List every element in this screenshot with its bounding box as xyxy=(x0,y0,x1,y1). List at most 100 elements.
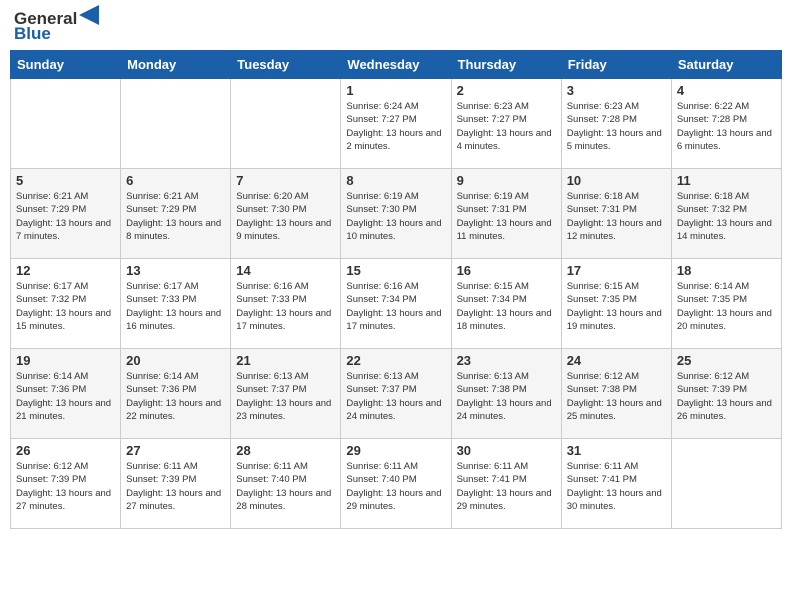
day-cell: 4Sunrise: 6:22 AMSunset: 7:28 PMDaylight… xyxy=(671,79,781,169)
day-cell: 3 Sunrise: 6:23 AMSunset: 7:28 PMDaylight… xyxy=(561,79,671,169)
day-cell: 11Sunrise: 6:18 AMSunset: 7:32 PMDayligh… xyxy=(671,169,781,259)
day-info: Sunrise: 6:12 AMSunset: 7:38 PMDaylight:… xyxy=(567,370,666,423)
day-cell: 8Sunrise: 6:19 AMSunset: 7:30 PMDaylight… xyxy=(341,169,451,259)
day-number: 3 xyxy=(567,83,666,98)
calendar-table: SundayMondayTuesdayWednesdayThursdayFrid… xyxy=(10,50,782,529)
day-cell: 1 Sunrise: 6:24 AMSunset: 7:27 PMDaylight… xyxy=(341,79,451,169)
day-cell xyxy=(121,79,231,169)
day-number: 16 xyxy=(457,263,556,278)
day-cell: 25 Sunrise: 6:12 AMSunset: 7:39 PMDayligh… xyxy=(671,349,781,439)
day-info: Sunrise: 6:24 AMSunset: 7:27 PMDaylight:… xyxy=(346,100,445,153)
day-info: Sunrise: 6:20 AMSunset: 7:30 PMDaylight:… xyxy=(236,190,335,243)
day-number: 10 xyxy=(567,173,666,188)
day-number: 31 xyxy=(567,443,666,458)
day-number: 18 xyxy=(677,263,776,278)
day-number: 28 xyxy=(236,443,335,458)
day-info: Sunrise: 6:16 AMSunset: 7:33 PMDaylight:… xyxy=(236,280,335,333)
day-header-monday: Monday xyxy=(121,51,231,79)
day-cell: 9 Sunrise: 6:19 AMSunset: 7:31 PMDaylight… xyxy=(451,169,561,259)
day-number: 7 xyxy=(236,173,335,188)
day-number: 9 xyxy=(457,173,556,188)
day-number: 22 xyxy=(346,353,445,368)
day-number: 19 xyxy=(16,353,115,368)
day-number: 27 xyxy=(126,443,225,458)
day-cell: 21 Sunrise: 6:13 AMSunset: 7:37 PMDayligh… xyxy=(231,349,341,439)
day-info: Sunrise: 6:11 AMSunset: 7:40 PMDaylight:… xyxy=(236,460,335,513)
day-info: Sunrise: 6:17 AMSunset: 7:32 PMDaylight:… xyxy=(16,280,115,333)
day-cell: 5 Sunrise: 6:21 AMSunset: 7:29 PMDaylight… xyxy=(11,169,121,259)
logo: General Blue xyxy=(14,10,99,42)
day-cell: 12Sunrise: 6:17 AMSunset: 7:32 PMDayligh… xyxy=(11,259,121,349)
week-row-5: 26 Sunrise: 6:12 AMSunset: 7:39 PMDayligh… xyxy=(11,439,782,529)
day-cell: 2 Sunrise: 6:23 AMSunset: 7:27 PMDaylight… xyxy=(451,79,561,169)
day-info: Sunrise: 6:13 AMSunset: 7:38 PMDaylight:… xyxy=(457,370,556,423)
day-number: 17 xyxy=(567,263,666,278)
day-number: 25 xyxy=(677,353,776,368)
day-info: Sunrise: 6:15 AMSunset: 7:34 PMDaylight:… xyxy=(457,280,556,333)
day-header-tuesday: Tuesday xyxy=(231,51,341,79)
day-info: Sunrise: 6:19 AMSunset: 7:31 PMDaylight:… xyxy=(457,190,556,243)
week-row-2: 5 Sunrise: 6:21 AMSunset: 7:29 PMDaylight… xyxy=(11,169,782,259)
day-info: Sunrise: 6:13 AMSunset: 7:37 PMDaylight:… xyxy=(346,370,445,423)
day-header-saturday: Saturday xyxy=(671,51,781,79)
day-info: Sunrise: 6:17 AMSunset: 7:33 PMDaylight:… xyxy=(126,280,225,333)
day-info: Sunrise: 6:11 AMSunset: 7:41 PMDaylight:… xyxy=(567,460,666,513)
day-cell xyxy=(671,439,781,529)
day-cell: 10 Sunrise: 6:18 AMSunset: 7:31 PMDayligh… xyxy=(561,169,671,259)
day-cell: 27 Sunrise: 6:11 AMSunset: 7:39 PMDayligh… xyxy=(121,439,231,529)
day-number: 29 xyxy=(346,443,445,458)
day-info: Sunrise: 6:21 AMSunset: 7:29 PMDaylight:… xyxy=(16,190,115,243)
day-info: Sunrise: 6:15 AMSunset: 7:35 PMDaylight:… xyxy=(567,280,666,333)
day-cell: 19 Sunrise: 6:14 AMSunset: 7:36 PMDayligh… xyxy=(11,349,121,439)
day-info: Sunrise: 6:19 AMSunset: 7:30 PMDaylight:… xyxy=(346,190,445,243)
day-info: Sunrise: 6:14 AMSunset: 7:36 PMDaylight:… xyxy=(126,370,225,423)
page-header: General Blue xyxy=(10,10,782,42)
day-cell: 26 Sunrise: 6:12 AMSunset: 7:39 PMDayligh… xyxy=(11,439,121,529)
day-cell xyxy=(11,79,121,169)
day-info: Sunrise: 6:14 AMSunset: 7:36 PMDaylight:… xyxy=(16,370,115,423)
day-number: 26 xyxy=(16,443,115,458)
day-number: 2 xyxy=(457,83,556,98)
day-headers-row: SundayMondayTuesdayWednesdayThursdayFrid… xyxy=(11,51,782,79)
day-cell: 15 Sunrise: 6:16 AMSunset: 7:34 PMDayligh… xyxy=(341,259,451,349)
day-cell: 22 Sunrise: 6:13 AMSunset: 7:37 PMDayligh… xyxy=(341,349,451,439)
day-number: 6 xyxy=(126,173,225,188)
day-header-sunday: Sunday xyxy=(11,51,121,79)
week-row-4: 19 Sunrise: 6:14 AMSunset: 7:36 PMDayligh… xyxy=(11,349,782,439)
day-number: 21 xyxy=(236,353,335,368)
day-cell: 16 Sunrise: 6:15 AMSunset: 7:34 PMDayligh… xyxy=(451,259,561,349)
day-info: Sunrise: 6:16 AMSunset: 7:34 PMDaylight:… xyxy=(346,280,445,333)
day-info: Sunrise: 6:23 AMSunset: 7:28 PMDaylight:… xyxy=(567,100,666,153)
day-number: 14 xyxy=(236,263,335,278)
day-info: Sunrise: 6:18 AMSunset: 7:31 PMDaylight:… xyxy=(567,190,666,243)
day-cell: 17 Sunrise: 6:15 AMSunset: 7:35 PMDayligh… xyxy=(561,259,671,349)
day-info: Sunrise: 6:11 AMSunset: 7:39 PMDaylight:… xyxy=(126,460,225,513)
day-cell: 28 Sunrise: 6:11 AMSunset: 7:40 PMDayligh… xyxy=(231,439,341,529)
day-header-friday: Friday xyxy=(561,51,671,79)
day-number: 24 xyxy=(567,353,666,368)
day-info: Sunrise: 6:18 AMSunset: 7:32 PMDaylight:… xyxy=(677,190,776,243)
day-info: Sunrise: 6:11 AMSunset: 7:41 PMDaylight:… xyxy=(457,460,556,513)
day-header-thursday: Thursday xyxy=(451,51,561,79)
day-number: 4 xyxy=(677,83,776,98)
day-info: Sunrise: 6:14 AMSunset: 7:35 PMDaylight:… xyxy=(677,280,776,333)
day-cell: 29Sunrise: 6:11 AMSunset: 7:40 PMDayligh… xyxy=(341,439,451,529)
day-cell: 13Sunrise: 6:17 AMSunset: 7:33 PMDayligh… xyxy=(121,259,231,349)
day-number: 23 xyxy=(457,353,556,368)
day-cell xyxy=(231,79,341,169)
day-cell: 7 Sunrise: 6:20 AMSunset: 7:30 PMDaylight… xyxy=(231,169,341,259)
day-cell: 6Sunrise: 6:21 AMSunset: 7:29 PMDaylight… xyxy=(121,169,231,259)
day-number: 5 xyxy=(16,173,115,188)
logo-graphic: General Blue xyxy=(14,10,99,42)
day-header-wednesday: Wednesday xyxy=(341,51,451,79)
day-number: 1 xyxy=(346,83,445,98)
day-cell: 30Sunrise: 6:11 AMSunset: 7:41 PMDayligh… xyxy=(451,439,561,529)
day-cell: 24 Sunrise: 6:12 AMSunset: 7:38 PMDayligh… xyxy=(561,349,671,439)
day-number: 15 xyxy=(346,263,445,278)
day-info: Sunrise: 6:12 AMSunset: 7:39 PMDaylight:… xyxy=(16,460,115,513)
day-info: Sunrise: 6:12 AMSunset: 7:39 PMDaylight:… xyxy=(677,370,776,423)
week-row-1: 1 Sunrise: 6:24 AMSunset: 7:27 PMDaylight… xyxy=(11,79,782,169)
day-info: Sunrise: 6:23 AMSunset: 7:27 PMDaylight:… xyxy=(457,100,556,153)
day-cell: 31 Sunrise: 6:11 AMSunset: 7:41 PMDayligh… xyxy=(561,439,671,529)
day-info: Sunrise: 6:13 AMSunset: 7:37 PMDaylight:… xyxy=(236,370,335,423)
